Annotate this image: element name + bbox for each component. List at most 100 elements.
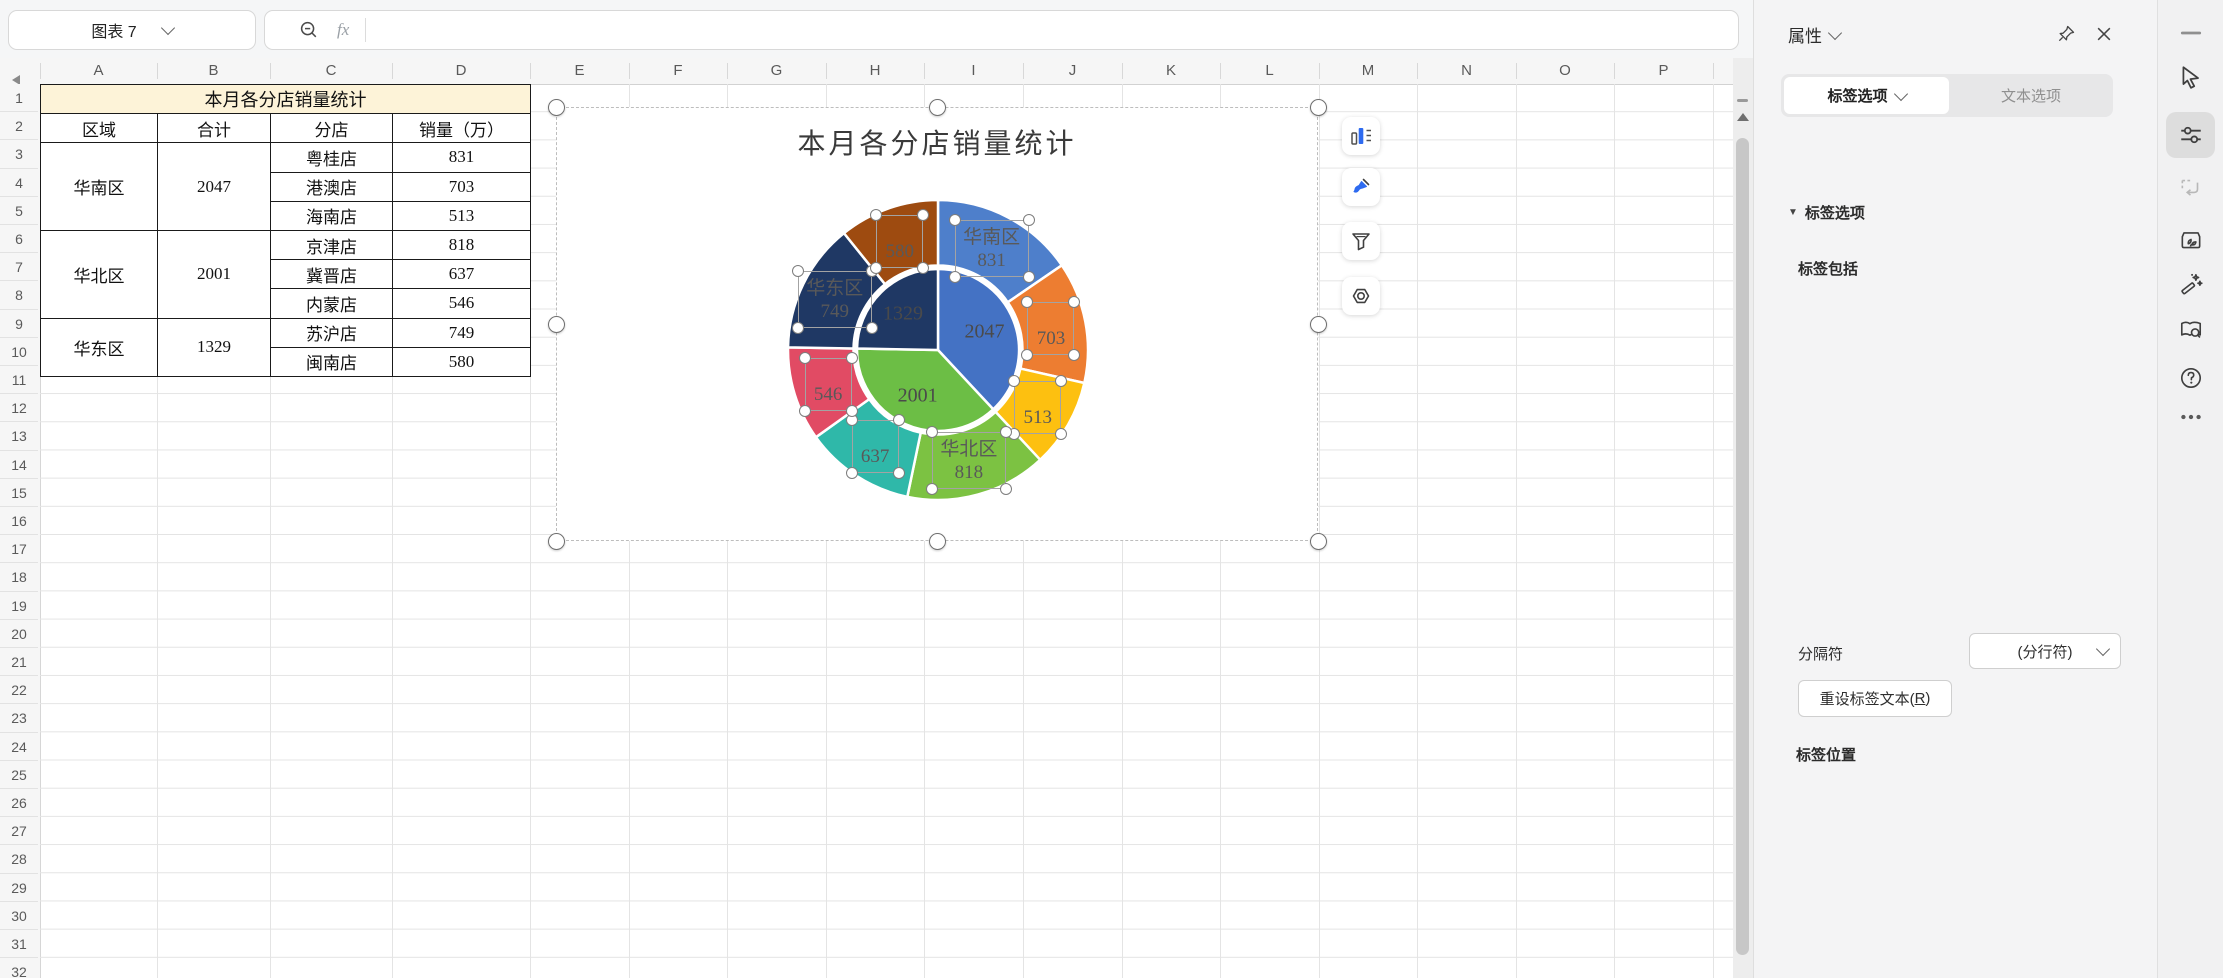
scroll-up-icon[interactable]: [1737, 113, 1749, 121]
row-header-22[interactable]: 22: [0, 676, 38, 704]
chevron-down-icon[interactable]: [1828, 25, 1842, 39]
table-header[interactable]: 销量（万）: [393, 114, 531, 143]
row-header-15[interactable]: 15: [0, 479, 38, 507]
chart-elements-button[interactable]: [1342, 117, 1380, 155]
label-selection-handle[interactable]: [799, 405, 811, 417]
value-cell[interactable]: 546: [393, 289, 531, 318]
column-header-P[interactable]: P: [1614, 58, 1713, 84]
collapse-tool[interactable]: [2176, 18, 2206, 48]
table-header[interactable]: 合计: [158, 114, 271, 143]
row-header-4[interactable]: 4: [0, 169, 38, 197]
table-header[interactable]: 区域: [41, 114, 158, 143]
table-title[interactable]: 本月各分店销量统计: [41, 85, 531, 114]
label-selection-handle[interactable]: [949, 214, 961, 226]
row-header-18[interactable]: 18: [0, 563, 38, 591]
outer-data-label[interactable]: 513: [1014, 381, 1061, 434]
inner-data-label[interactable]: 2001: [898, 384, 938, 407]
row-header-20[interactable]: 20: [0, 620, 38, 648]
row-header-24[interactable]: 24: [0, 733, 38, 761]
label-selection-handle[interactable]: [1023, 214, 1035, 226]
column-header-F[interactable]: F: [629, 58, 727, 84]
separator-dropdown[interactable]: (分行符): [1969, 633, 2121, 669]
store-cell[interactable]: 闽南店: [271, 347, 393, 376]
cursor-tool[interactable]: [2176, 62, 2206, 92]
label-selection-handle[interactable]: [893, 467, 905, 479]
vertical-scrollbar[interactable]: [1733, 58, 1753, 978]
chart-style-brush-button[interactable]: [1342, 168, 1380, 206]
column-header-O[interactable]: O: [1516, 58, 1614, 84]
label-selection-handle[interactable]: [949, 271, 961, 283]
resources-tool[interactable]: [2176, 225, 2206, 255]
total-cell[interactable]: 1329: [158, 318, 271, 376]
label-selection-handle[interactable]: [846, 352, 858, 364]
zoom-out-icon[interactable]: [299, 20, 319, 40]
chart-selection-handle[interactable]: [548, 533, 565, 550]
row-header-16[interactable]: 16: [0, 507, 38, 535]
chart-selection-handle[interactable]: [929, 99, 946, 116]
row-header-23[interactable]: 23: [0, 704, 38, 732]
label-selection-handle[interactable]: [846, 467, 858, 479]
store-cell[interactable]: 海南店: [271, 201, 393, 230]
column-header-M[interactable]: M: [1319, 58, 1417, 84]
row-header-9[interactable]: 9: [0, 310, 38, 338]
formula-bar[interactable]: fx: [264, 10, 1739, 50]
chart-object[interactable]: 本月各分店销量统计 204720011329华南区831703513华北区818…: [556, 107, 1318, 541]
total-cell[interactable]: 2001: [158, 230, 271, 318]
row-header-1[interactable]: 1: [0, 84, 38, 112]
tab-text-options[interactable]: 文本选项: [1949, 74, 2113, 117]
store-cell[interactable]: 苏沪店: [271, 318, 393, 347]
chevron-down-icon[interactable]: [161, 21, 175, 35]
label-selection-handle[interactable]: [792, 265, 804, 277]
column-header-D[interactable]: D: [392, 58, 530, 84]
inner-data-label[interactable]: 2047: [965, 320, 1005, 343]
chart-settings-button[interactable]: [1342, 277, 1380, 315]
column-header-G[interactable]: G: [727, 58, 826, 84]
tab-label-options[interactable]: 标签选项: [1784, 77, 1949, 114]
label-selection-handle[interactable]: [866, 322, 878, 334]
outer-data-label[interactable]: 580: [876, 215, 923, 268]
value-cell[interactable]: 703: [393, 172, 531, 201]
chart-selection-handle[interactable]: [1310, 533, 1327, 550]
rotate-tool[interactable]: [2176, 172, 2206, 202]
row-header-31[interactable]: 31: [0, 930, 38, 958]
label-selection-handle[interactable]: [1023, 271, 1035, 283]
sliders-tool[interactable]: [2176, 120, 2206, 150]
value-cell[interactable]: 513: [393, 201, 531, 230]
row-header-26[interactable]: 26: [0, 789, 38, 817]
row-header-2[interactable]: 2: [0, 112, 38, 140]
name-box[interactable]: 图表 7: [8, 10, 256, 50]
column-header-E[interactable]: E: [530, 58, 629, 84]
row-header-28[interactable]: 28: [0, 845, 38, 873]
region-cell[interactable]: 华南区: [41, 143, 158, 231]
pin-icon[interactable]: [2056, 24, 2076, 44]
table-row[interactable]: 华北区2001京津店818: [41, 230, 531, 259]
book-search-tool[interactable]: [2176, 315, 2206, 345]
magic-wand-tool[interactable]: [2176, 269, 2206, 299]
column-header-H[interactable]: H: [826, 58, 924, 84]
row-header-5[interactable]: 5: [0, 197, 38, 225]
row-header-21[interactable]: 21: [0, 648, 38, 676]
row-header-8[interactable]: 8: [0, 281, 38, 309]
column-headers[interactable]: ABCDEFGHIJKLMNOP: [0, 58, 1733, 85]
row-headers[interactable]: 1234567891011121314151617181920212223242…: [0, 84, 41, 978]
row-header-17[interactable]: 17: [0, 535, 38, 563]
row-header-11[interactable]: 11: [0, 366, 38, 394]
section-label-options[interactable]: ▼ 标签选项: [1788, 202, 1865, 223]
store-cell[interactable]: 京津店: [271, 230, 393, 259]
help-tool[interactable]: [2176, 363, 2206, 393]
label-selection-handle[interactable]: [1055, 375, 1067, 387]
column-header-J[interactable]: J: [1023, 58, 1122, 84]
outer-data-label[interactable]: 华北区818: [932, 432, 1006, 489]
column-header-I[interactable]: I: [924, 58, 1023, 84]
region-cell[interactable]: 华东区: [41, 318, 158, 376]
row-header-29[interactable]: 29: [0, 874, 38, 902]
column-header-B[interactable]: B: [157, 58, 270, 84]
value-cell[interactable]: 580: [393, 347, 531, 376]
total-cell[interactable]: 2047: [158, 143, 271, 231]
row-header-14[interactable]: 14: [0, 451, 38, 479]
chart-selection-handle[interactable]: [1310, 99, 1327, 116]
outer-data-label[interactable]: 703: [1027, 302, 1074, 355]
column-header-K[interactable]: K: [1122, 58, 1220, 84]
table-header[interactable]: 分店: [271, 114, 393, 143]
row-header-32[interactable]: 32: [0, 958, 38, 978]
